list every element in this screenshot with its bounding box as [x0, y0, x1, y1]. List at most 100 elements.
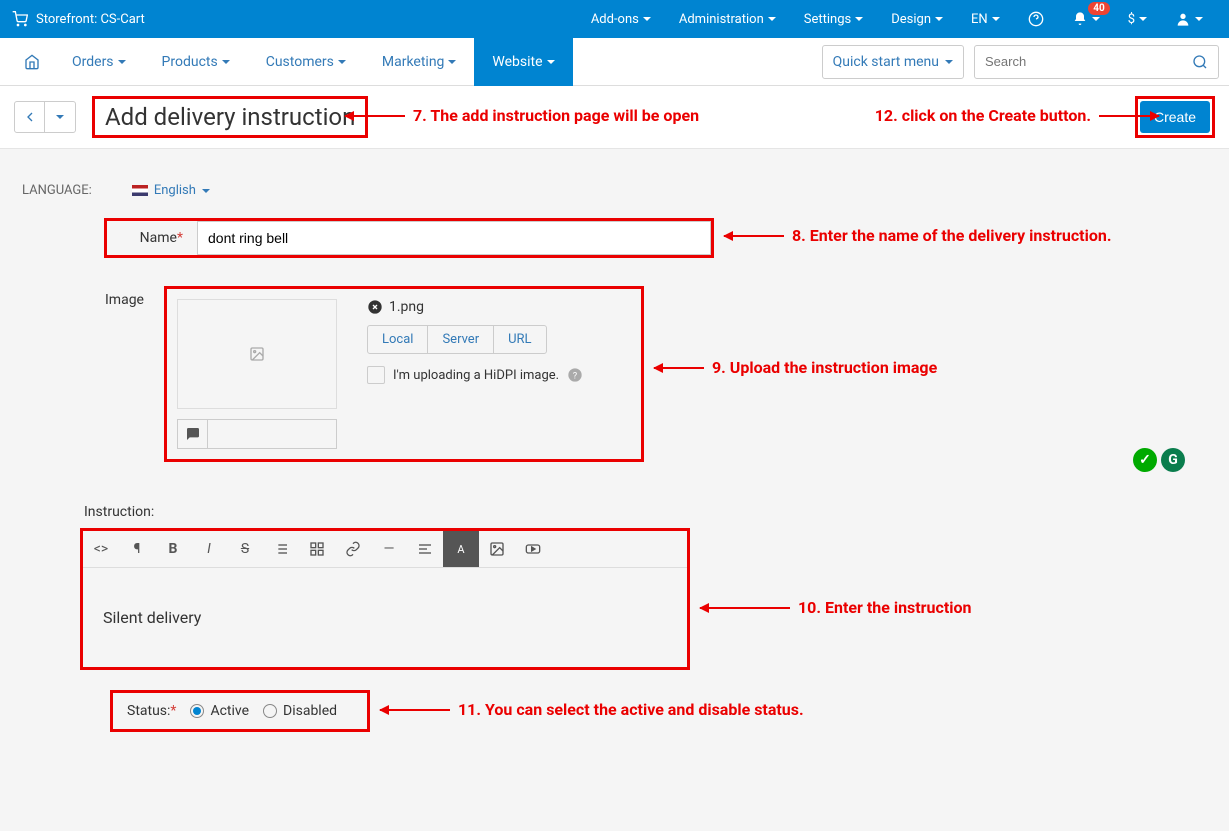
status-row: Status:* Active Disabled — [110, 690, 370, 732]
help-icon[interactable]: ? — [567, 367, 583, 383]
search-button[interactable] — [1182, 46, 1218, 78]
arrow-left-icon — [22, 109, 38, 125]
instruction-editor: <> ¶ B I S — A Silent delivery — [80, 528, 690, 670]
grammarly-widget[interactable]: ✓ G — [1133, 448, 1185, 472]
align-icon — [417, 541, 433, 557]
radio-icon — [190, 704, 204, 718]
chevron-down-icon — [768, 17, 776, 21]
annotation-12: 12. click on the Create button. — [875, 106, 1159, 125]
menu-design[interactable]: Design — [877, 0, 957, 38]
annotation-10: 10. Enter the instruction — [700, 598, 971, 617]
content-area: LANGUAGE: English Name* 8. Enter the nam… — [0, 149, 1229, 746]
status-active[interactable]: Active — [190, 703, 249, 719]
image-preview[interactable] — [177, 299, 337, 409]
ul-button[interactable] — [263, 531, 299, 567]
video-button[interactable] — [515, 531, 551, 567]
filename-row: 1.png — [367, 299, 583, 315]
alt-text-input[interactable] — [177, 419, 337, 449]
chevron-down-icon — [202, 189, 210, 193]
menu-addons[interactable]: Add-ons — [577, 0, 665, 38]
language-row: LANGUAGE: English — [14, 163, 1215, 218]
language-selector[interactable]: English — [132, 183, 210, 198]
topbar: Storefront: CS-Cart Add-ons Administrati… — [0, 0, 1229, 38]
nav-website[interactable]: Website — [474, 38, 572, 86]
nav-customers[interactable]: Customers — [248, 38, 364, 86]
bold-button[interactable]: B — [155, 531, 191, 567]
menu-language[interactable]: EN — [957, 0, 1014, 38]
titlebar: Add delivery instruction 7. The add inst… — [0, 86, 1229, 149]
upload-source-tabs: Local Server URL — [367, 325, 547, 354]
comment-icon — [178, 420, 208, 448]
italic-button[interactable]: I — [191, 531, 227, 567]
chevron-down-icon — [1195, 17, 1203, 21]
notification-badge: 40 — [1088, 2, 1109, 15]
currency-selector[interactable]: $ — [1114, 0, 1161, 38]
menu-administration[interactable]: Administration — [665, 0, 790, 38]
chevron-down-icon — [338, 60, 346, 64]
font-button[interactable]: A — [443, 531, 479, 567]
storefront-selector[interactable]: Storefront: CS-Cart — [12, 11, 145, 27]
filename-text: 1.png — [389, 299, 424, 315]
nav-history — [14, 101, 76, 133]
name-row: Name* — [104, 218, 714, 258]
nav-marketing[interactable]: Marketing — [364, 38, 475, 86]
table-button[interactable] — [299, 531, 335, 567]
user-menu[interactable] — [1161, 0, 1217, 38]
chevron-down-icon — [1092, 17, 1100, 21]
image-upload-section: 1.png Local Server URL I'm uploading a H… — [164, 286, 644, 462]
name-input[interactable] — [197, 221, 711, 255]
nav-orders[interactable]: Orders — [54, 38, 144, 86]
help-icon — [1028, 11, 1044, 27]
tab-url[interactable]: URL — [494, 326, 545, 353]
bell-icon — [1072, 11, 1088, 27]
chevron-down-icon — [855, 17, 863, 21]
chevron-down-icon — [118, 60, 126, 64]
chevron-down-icon — [448, 60, 456, 64]
remove-file-icon[interactable] — [367, 299, 383, 315]
annotation-8: 8. Enter the name of the delivery instru… — [724, 226, 1111, 245]
hr-button[interactable]: — — [371, 531, 407, 567]
chevron-down-icon — [935, 17, 943, 21]
status-disabled[interactable]: Disabled — [263, 703, 337, 719]
hidpi-label: I'm uploading a HiDPI image. — [393, 368, 559, 383]
back-button[interactable] — [15, 102, 45, 132]
paragraph-button[interactable]: ¶ — [119, 531, 155, 567]
image-icon — [489, 541, 505, 557]
chevron-down-icon — [547, 60, 555, 64]
help-button[interactable] — [1014, 0, 1058, 38]
chevron-down-icon — [222, 60, 230, 64]
nav-products[interactable]: Products — [144, 38, 248, 86]
hidpi-checkbox[interactable] — [367, 366, 385, 384]
annotation-11: 11. You can select the active and disabl… — [380, 700, 804, 719]
cart-icon — [12, 11, 28, 27]
grid-icon — [309, 541, 325, 557]
quick-start-menu[interactable]: Quick start menu — [822, 45, 964, 79]
search-box — [974, 45, 1219, 79]
notifications-button[interactable]: 40 — [1058, 0, 1114, 38]
home-icon — [24, 54, 40, 70]
radio-icon — [263, 704, 277, 718]
link-button[interactable] — [335, 531, 371, 567]
code-view-button[interactable]: <> — [83, 531, 119, 567]
menu-settings[interactable]: Settings — [790, 0, 877, 38]
svg-text:?: ? — [573, 370, 578, 381]
chevron-down-icon — [56, 115, 64, 119]
strike-button[interactable]: S — [227, 531, 263, 567]
language-label: LANGUAGE: — [22, 183, 92, 198]
editor-content[interactable]: Silent delivery — [83, 568, 687, 667]
editor-toolbar: <> ¶ B I S — A — [83, 531, 687, 568]
main-nav: Orders Products Customers Marketing Webs… — [0, 38, 1229, 86]
chevron-down-icon — [945, 60, 953, 64]
history-dropdown[interactable] — [45, 102, 75, 132]
image-button[interactable] — [479, 531, 515, 567]
hidpi-row: I'm uploading a HiDPI image. ? — [367, 366, 583, 384]
flag-icon — [132, 185, 148, 196]
align-button[interactable] — [407, 531, 443, 567]
status-label: Status:* — [127, 703, 176, 719]
grammarly-g-icon: G — [1161, 448, 1185, 472]
tab-server[interactable]: Server — [428, 326, 494, 353]
tab-local[interactable]: Local — [368, 326, 428, 353]
home-link[interactable] — [10, 38, 54, 86]
search-input[interactable] — [975, 54, 1182, 69]
instruction-label: Instruction: — [14, 498, 194, 520]
